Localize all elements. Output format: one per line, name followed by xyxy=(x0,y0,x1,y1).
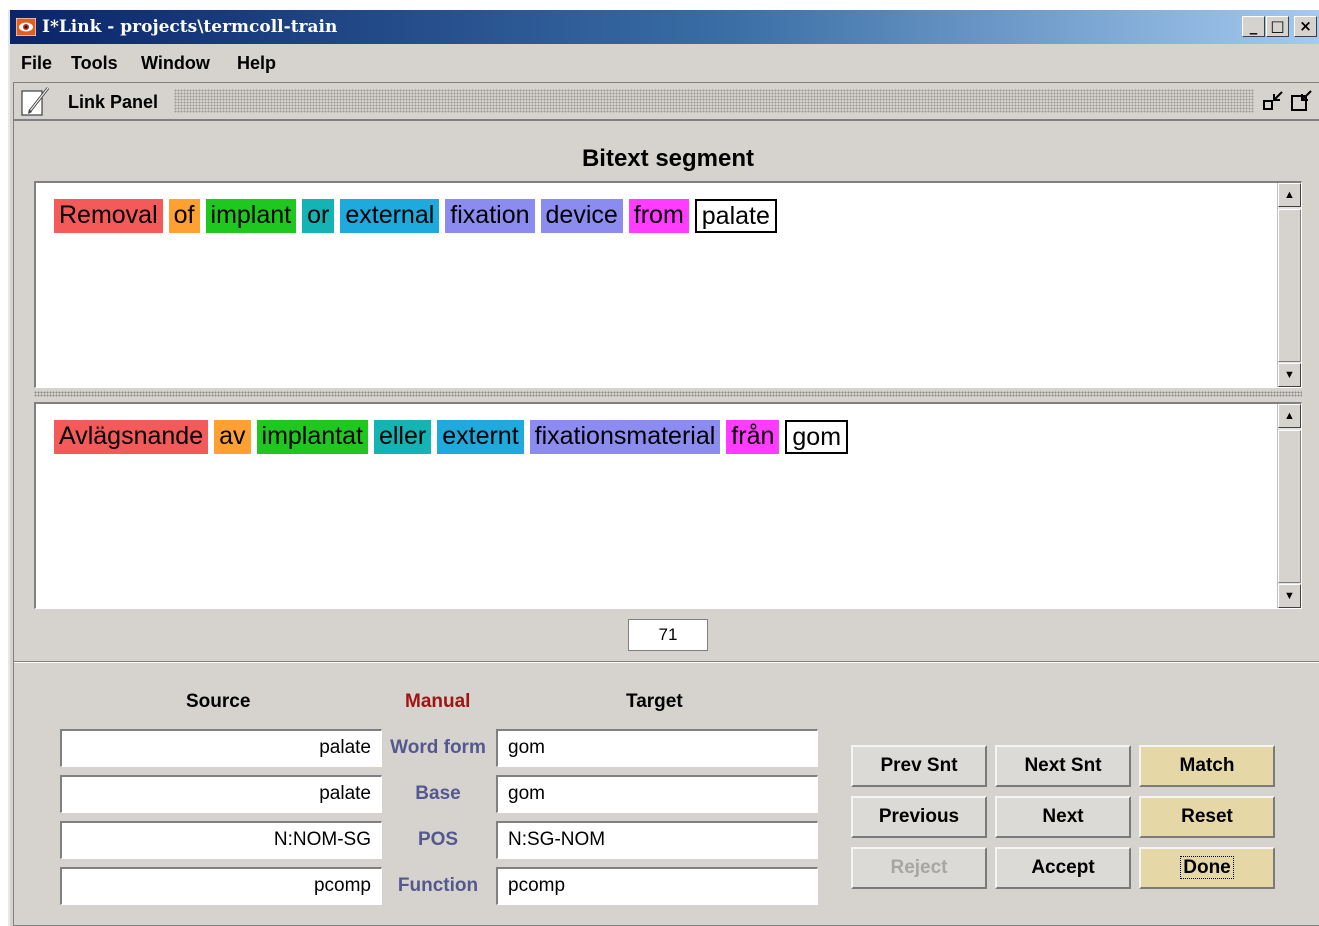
base-label: Base xyxy=(415,783,461,804)
source-base-field[interactable]: palate xyxy=(60,775,382,813)
accept-button[interactable]: Accept xyxy=(995,847,1131,889)
minimize-icon: _ xyxy=(1249,17,1258,35)
source-token[interactable]: or xyxy=(302,199,335,233)
next-button[interactable]: Next xyxy=(995,796,1131,838)
link-panel-header[interactable]: Link Panel xyxy=(13,82,1319,120)
source-token[interactable]: external xyxy=(340,199,440,233)
target-text-pane[interactable]: Avlägsnande av implantat eller externt fixati… xyxy=(34,402,1302,609)
iconify-icon[interactable] xyxy=(1262,90,1286,112)
next-snt-button[interactable]: Next Snt xyxy=(995,745,1131,787)
arrow-up-icon: ▲ xyxy=(1284,189,1295,201)
prev-snt-button[interactable]: Prev Snt xyxy=(851,745,987,787)
title-grip xyxy=(174,89,1254,113)
function-label: Function xyxy=(397,875,479,896)
reject-button[interactable]: Reject xyxy=(851,847,987,889)
bitext-segment-title: Bitext segment xyxy=(581,145,755,172)
done-button[interactable]: Done xyxy=(1139,847,1275,889)
divider xyxy=(14,661,1319,663)
scroll-down-button[interactable]: ▼ xyxy=(1278,363,1301,387)
link-panel-content: Bitext segment Removal of implant or externa… xyxy=(13,120,1319,926)
source-token[interactable]: from xyxy=(628,199,689,233)
source-scrollbar[interactable]: ▲ ▼ xyxy=(1277,183,1301,387)
source-token-list: Removal of implant or external fixation device… xyxy=(54,199,783,233)
target-token[interactable]: Avlägsnande xyxy=(54,420,209,454)
target-pos-field[interactable]: N:SG-NOM xyxy=(496,821,818,859)
target-word-form-field[interactable]: gom xyxy=(496,729,818,767)
arrow-up-icon: ▲ xyxy=(1284,410,1295,422)
source-pos-field[interactable]: N:NOM-SG xyxy=(60,821,382,859)
window-title: I*Link - projects\termcoll-train xyxy=(42,17,338,37)
menu-tools[interactable]: Tools xyxy=(71,53,118,74)
source-text-pane[interactable]: Removal of implant or external fixation device… xyxy=(34,181,1302,388)
restore-icon[interactable] xyxy=(1290,90,1314,112)
done-button-label: Done xyxy=(1180,856,1234,879)
scroll-thumb[interactable] xyxy=(1278,430,1301,583)
target-token-list: Avlägsnande av implantat eller externt fixati… xyxy=(54,420,854,454)
maximize-button[interactable]: □ xyxy=(1266,16,1289,37)
arrow-down-icon: ▼ xyxy=(1284,369,1295,381)
target-token[interactable]: från xyxy=(726,420,780,454)
source-header: Source xyxy=(186,691,251,712)
app-window: I*Link - projects\termcoll-train _ □ × F… xyxy=(8,10,1319,926)
title-bar[interactable]: I*Link - projects\termcoll-train _ □ × xyxy=(10,10,1319,44)
manual-mode-label: Manual xyxy=(405,691,471,712)
source-word-form-field[interactable]: palate xyxy=(60,729,382,767)
source-function-field[interactable]: pcomp xyxy=(60,867,382,905)
target-base-field[interactable]: gom xyxy=(496,775,818,813)
pencil-icon xyxy=(21,87,50,116)
scroll-thumb[interactable] xyxy=(1278,209,1301,362)
target-header: Target xyxy=(626,691,683,712)
match-button[interactable]: Match xyxy=(1139,745,1275,787)
target-token[interactable]: gom xyxy=(785,420,849,454)
scroll-up-button[interactable]: ▲ xyxy=(1278,404,1301,428)
previous-button[interactable]: Previous xyxy=(851,796,987,838)
scroll-down-button[interactable]: ▼ xyxy=(1278,584,1301,608)
source-token[interactable]: palate xyxy=(694,199,777,233)
pos-label: POS xyxy=(417,829,459,850)
menu-bar: File Tools Window Help xyxy=(10,44,1319,80)
pane-splitter[interactable] xyxy=(34,391,1302,397)
target-token[interactable]: eller xyxy=(373,420,432,454)
word-form-label: Word form xyxy=(390,737,486,758)
source-token[interactable]: fixation xyxy=(445,199,535,233)
target-scrollbar[interactable]: ▲ ▼ xyxy=(1277,404,1301,608)
reset-button[interactable]: Reset xyxy=(1139,796,1275,838)
source-token[interactable]: of xyxy=(168,199,200,233)
target-token[interactable]: implantat xyxy=(256,420,368,454)
app-eye-icon xyxy=(16,18,36,36)
target-token[interactable]: av xyxy=(214,420,251,454)
source-token[interactable]: Removal xyxy=(54,199,163,233)
scroll-up-button[interactable]: ▲ xyxy=(1278,183,1301,207)
target-token[interactable]: fixationsmaterial xyxy=(529,420,721,454)
menu-window[interactable]: Window xyxy=(141,53,210,74)
menu-help[interactable]: Help xyxy=(237,53,276,74)
segment-number-field[interactable]: 71 xyxy=(628,619,708,651)
minimize-button[interactable]: _ xyxy=(1242,16,1265,37)
close-button[interactable]: × xyxy=(1294,16,1317,37)
close-icon: × xyxy=(1299,17,1312,35)
source-token[interactable]: device xyxy=(540,199,623,233)
menu-file[interactable]: File xyxy=(21,53,52,74)
target-function-field[interactable]: pcomp xyxy=(496,867,818,905)
maximize-icon: □ xyxy=(1270,17,1285,35)
source-token[interactable]: implant xyxy=(205,199,297,233)
panel-title: Link Panel xyxy=(68,92,159,112)
arrow-down-icon: ▼ xyxy=(1284,590,1295,602)
target-token[interactable]: externt xyxy=(437,420,524,454)
